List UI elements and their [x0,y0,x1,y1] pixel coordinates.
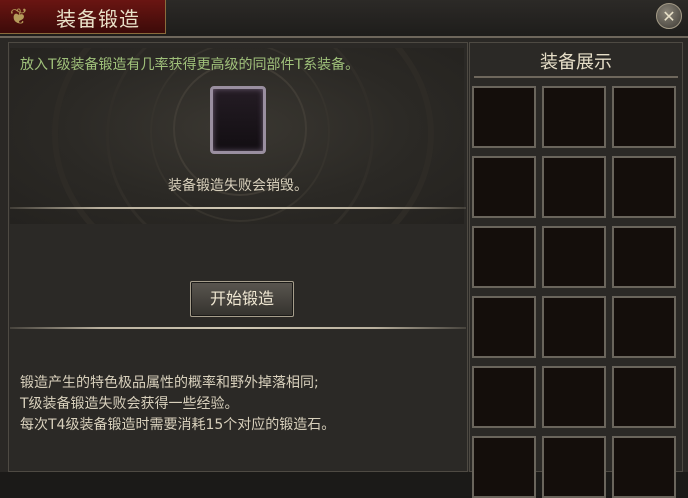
dragon-emblem-icon: ❦ [9,5,29,30]
equipment-slot[interactable] [542,436,606,498]
close-button[interactable]: ✕ [656,3,682,29]
equipment-slot[interactable] [542,296,606,358]
equipment-slot[interactable] [472,296,536,358]
equipment-slot[interactable] [472,156,536,218]
forge-notes: 锻造产生的特色极品属性的概率和野外掉落相同; T级装备锻造失败会获得一些经验。 … [20,373,335,436]
title-tab: ❦ 装备锻造 [0,0,166,34]
equipment-slot[interactable] [542,226,606,288]
equipment-slot[interactable] [612,436,676,498]
divider [10,207,466,209]
equipment-slot[interactable] [542,156,606,218]
equipment-forge-window: ❦ 装备锻造 ✕ 放入T级装备锻造有几率获得更高级的同部件T系装备。 装备锻造失… [0,0,688,498]
note-line: T级装备锻造失败会获得一些经验。 [20,396,239,412]
equipment-slot[interactable] [612,226,676,288]
equipment-slot[interactable] [472,436,536,498]
equipment-slot[interactable] [612,86,676,148]
equipment-slot[interactable] [542,86,606,148]
forge-altar [10,48,464,224]
note-line: 每次T4级装备锻造时需要消耗15个对应的锻造石。 [20,417,336,433]
divider [474,76,678,78]
fail-notice: 装备锻造失败会销毁。 [168,178,308,194]
title-bar: ❦ 装备锻造 ✕ [0,0,688,38]
equipment-slot[interactable] [612,156,676,218]
equipment-slot[interactable] [612,296,676,358]
window-title: 装备锻造 [56,7,140,31]
forge-item-slot[interactable] [210,86,266,154]
start-forge-button[interactable]: 开始锻造 [190,281,294,317]
equipment-slot[interactable] [542,366,606,428]
equipment-slot[interactable] [612,366,676,428]
equipment-display-title: 装备展示 [540,52,612,73]
forge-intro-text: 放入T级装备锻造有几率获得更高级的同部件T系装备。 [20,57,360,73]
equipment-slot[interactable] [472,366,536,428]
note-line: 锻造产生的特色极品属性的概率和野外掉落相同; [20,375,319,391]
equipment-slot[interactable] [472,86,536,148]
equipment-slot[interactable] [472,226,536,288]
divider [10,327,466,329]
